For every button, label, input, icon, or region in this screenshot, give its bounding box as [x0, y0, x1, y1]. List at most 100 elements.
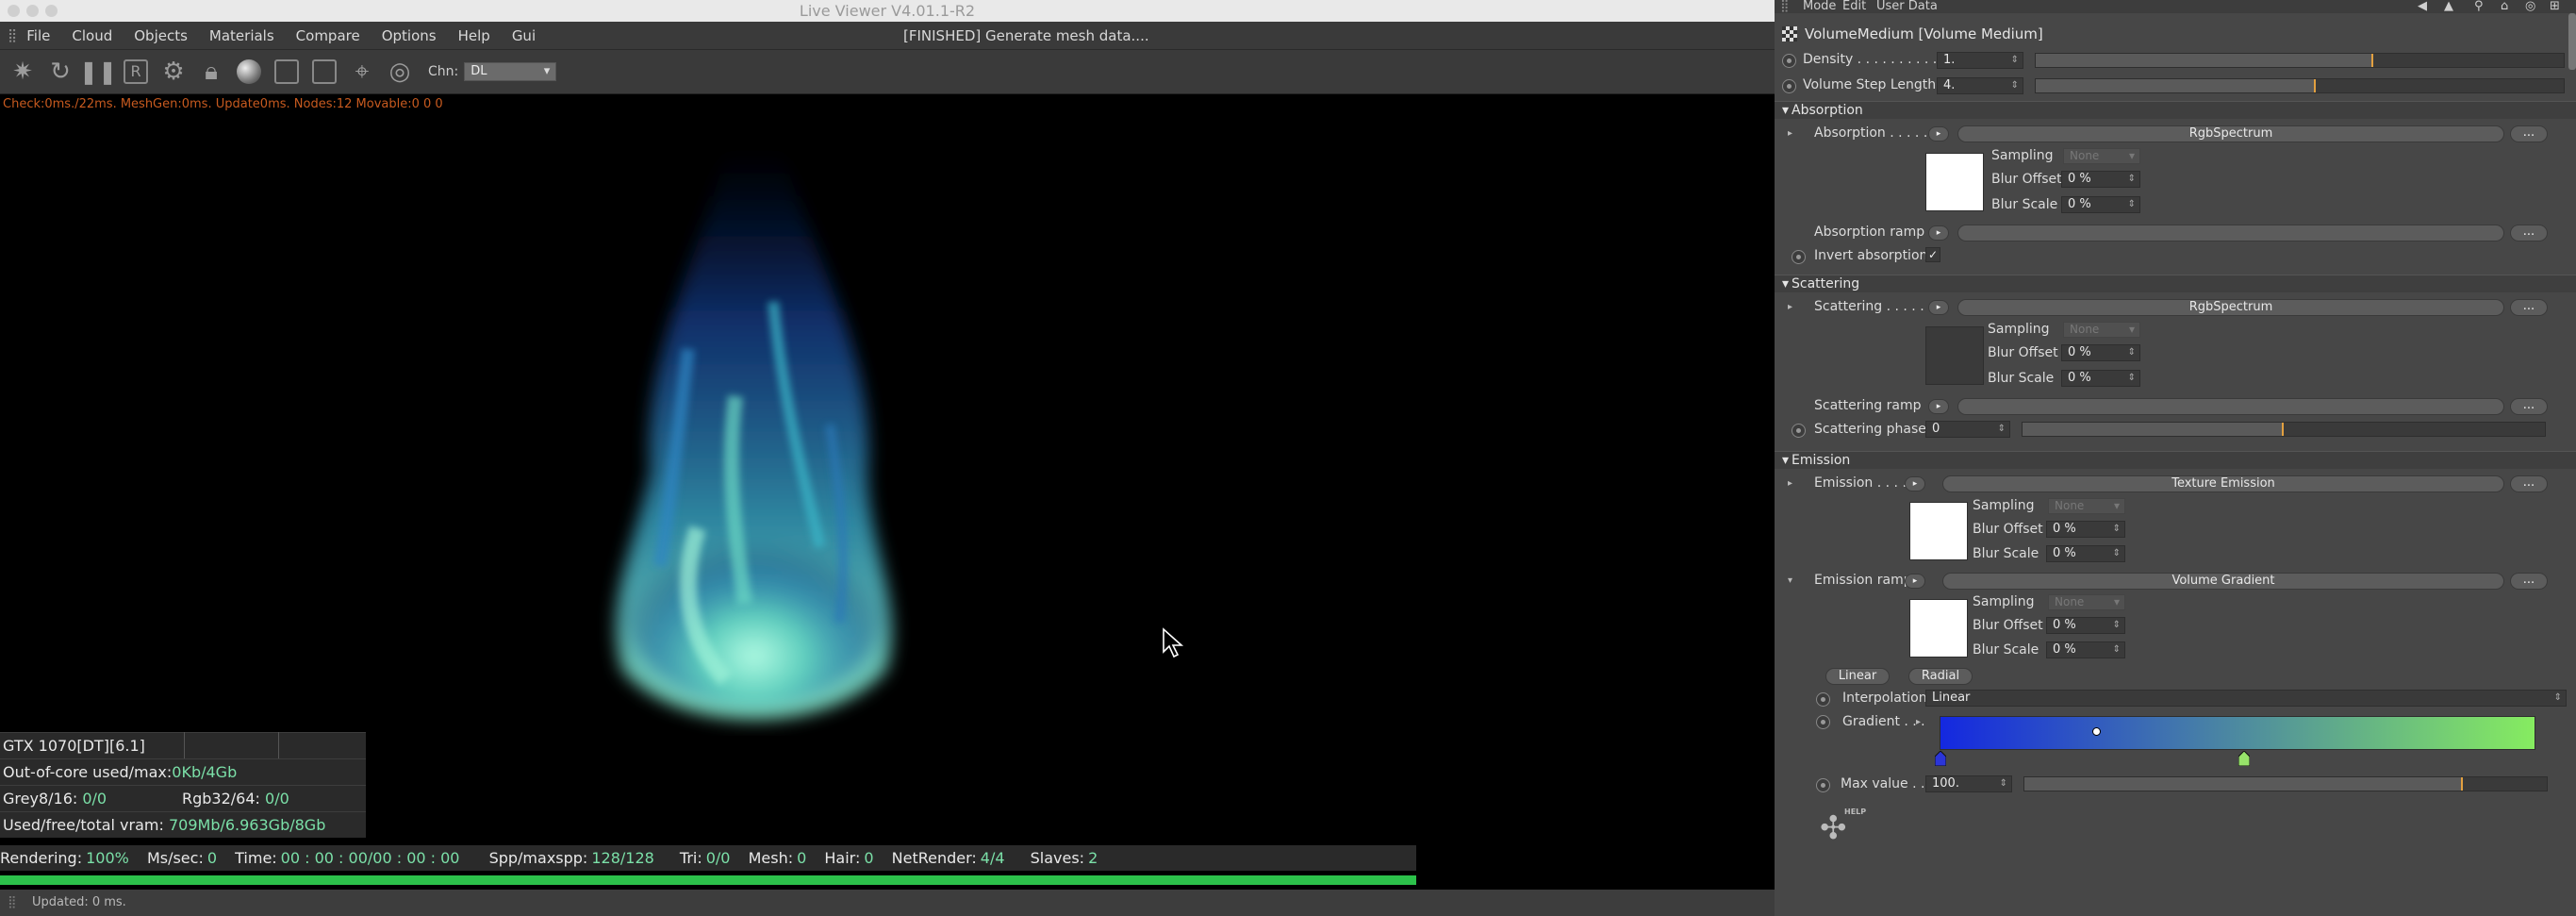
vram-row: Used/free/total vram: 709Mb/6.963Gb/8Gb — [0, 811, 366, 838]
absorption-ramp-menu-button[interactable]: ▸ — [1928, 225, 1949, 241]
interpolation-select[interactable]: Linear — [1925, 690, 2567, 707]
absorption-more-button[interactable]: ... — [2510, 125, 2548, 142]
pick-material-icon[interactable]: ◎ — [385, 57, 415, 87]
scattering-phase-field[interactable]: 0 — [1925, 421, 2010, 438]
density-field[interactable]: 1. — [1937, 52, 2023, 69]
interpolation-keyframe-radio[interactable] — [1816, 692, 1830, 707]
mouse-cursor-icon — [1163, 627, 1184, 658]
scattering-section[interactable]: Scattering — [1775, 275, 2576, 293]
lock-icon[interactable]: 🔒︎ — [196, 57, 226, 87]
scattering-phase-label: Scattering phase — [1814, 422, 1926, 437]
expand-triangle-icon[interactable]: ▸ — [1788, 128, 1792, 139]
scattering-ramp-more-button[interactable]: ... — [2510, 398, 2548, 415]
scattering-phase-slider[interactable] — [2022, 422, 2546, 437]
emission-shader-button[interactable]: Texture Emission — [1942, 475, 2504, 492]
gradient-bar[interactable] — [1940, 716, 2535, 750]
gradient-keyframe-radio[interactable] — [1816, 715, 1830, 729]
max-value-slider[interactable] — [2023, 776, 2548, 791]
scattering-ramp-menu-button[interactable]: ▸ — [1928, 399, 1949, 414]
absorption-ramp-more-button[interactable]: ... — [2510, 225, 2548, 241]
settings-gear-icon[interactable]: ⚙ — [158, 57, 189, 87]
absorption-ramp-shader-button[interactable] — [1957, 225, 2504, 241]
scattering-shader-button[interactable]: RgbSpectrum — [1957, 299, 2504, 316]
menu-edit[interactable]: Edit — [1842, 0, 1866, 13]
expand-triangle-icon[interactable]: ▸ — [1788, 478, 1792, 489]
channel-select[interactable]: DL — [464, 62, 557, 81]
clay-mode-icon[interactable] — [272, 57, 302, 87]
back-arrow-icon[interactable]: ◀ — [2418, 0, 2427, 13]
scattering-blur-scale-field[interactable]: 0 % — [2061, 370, 2140, 387]
gradient-interpolation-knot[interactable] — [2092, 727, 2101, 736]
emission-shader-menu-button[interactable]: ▸ — [1905, 476, 1925, 491]
help-label[interactable]: HELP — [1844, 808, 1866, 816]
up-arrow-icon[interactable]: ▲ — [2444, 0, 2453, 13]
step-length-slider[interactable] — [2035, 78, 2565, 93]
emission-more-button[interactable]: ... — [2510, 475, 2548, 492]
menu-cloud[interactable]: Cloud — [72, 27, 112, 44]
render-settings-icon[interactable]: ✷ — [8, 57, 38, 87]
menu-gui[interactable]: Gui — [512, 27, 536, 44]
gradient-end-knot[interactable] — [2237, 750, 2251, 767]
gradient-expand-icon[interactable]: ▸ — [1916, 717, 1921, 727]
absorption-sampling-select[interactable]: None — [2063, 148, 2140, 164]
invert-absorption-checkbox[interactable]: ✓ — [1925, 247, 1940, 262]
menu-help[interactable]: Help — [458, 27, 490, 44]
menu-objects[interactable]: Objects — [134, 27, 188, 44]
step-length-field[interactable]: 4. — [1937, 77, 2023, 94]
emission-ramp-more-button[interactable]: ... — [2510, 573, 2548, 590]
gradient-start-knot[interactable] — [1934, 750, 1947, 767]
menu-user-data[interactable]: User Data — [1876, 0, 1938, 13]
scattering-more-button[interactable]: ... — [2510, 299, 2548, 316]
absorption-shader-button[interactable]: RgbSpectrum — [1957, 125, 2504, 142]
menu-file[interactable]: File — [26, 27, 50, 44]
density-slider[interactable] — [2035, 53, 2565, 68]
minimize-window-button[interactable] — [26, 5, 39, 17]
pick-focus-icon[interactable]: ⌖ — [347, 57, 377, 87]
target-icon[interactable]: ◎ — [2525, 0, 2535, 13]
emission-ramp-menu-button[interactable]: ▸ — [1905, 574, 1925, 589]
menu-mode[interactable]: Mode — [1803, 0, 1836, 13]
emission-blur-scale-field[interactable]: 0 % — [2046, 545, 2125, 562]
absorption-section[interactable]: Absorption — [1775, 101, 2576, 120]
scattering-sampling-select[interactable]: None — [2063, 322, 2140, 338]
lock-icon[interactable]: ⌂ — [2501, 0, 2508, 13]
step-keyframe-radio[interactable] — [1782, 79, 1796, 93]
pause-icon[interactable]: ❚❚ — [79, 57, 117, 87]
new-panel-icon[interactable]: ⊞ — [2550, 0, 2560, 13]
emission-sampling-select[interactable]: None — [2048, 498, 2125, 514]
panel-scrollbar[interactable] — [2568, 13, 2576, 70]
max-value-keyframe-radio[interactable] — [1816, 778, 1830, 792]
emission-ramp-shader-button[interactable]: Volume Gradient — [1942, 573, 2504, 590]
scattering-blur-offset-field[interactable]: 0 % — [2061, 344, 2140, 361]
expand-triangle-icon[interactable]: ▸ — [1788, 302, 1792, 312]
material-ball-icon[interactable] — [234, 57, 264, 87]
emission-section[interactable]: Emission — [1775, 451, 2576, 470]
phase-keyframe-radio[interactable] — [1792, 424, 1806, 438]
menu-materials[interactable]: Materials — [209, 27, 274, 44]
absorption-blur-offset-field[interactable]: 0 % — [2061, 171, 2140, 188]
search-icon[interactable]: ⚲ — [2474, 0, 2484, 13]
menu-options[interactable]: Options — [382, 27, 437, 44]
max-value-field[interactable]: 100. — [1925, 775, 2012, 792]
maximize-window-button[interactable] — [45, 5, 58, 17]
radial-button[interactable]: Radial — [1908, 668, 1973, 685]
emission-ramp-blur-scale-field[interactable]: 0 % — [2046, 641, 2125, 658]
scattering-ramp-shader-button[interactable] — [1957, 398, 2504, 415]
close-window-button[interactable] — [8, 5, 20, 17]
scattering-shader-menu-button[interactable]: ▸ — [1928, 300, 1949, 315]
refresh-icon[interactable]: ↻ — [45, 57, 75, 87]
linear-button[interactable]: Linear — [1825, 668, 1890, 685]
invert-keyframe-radio[interactable] — [1792, 250, 1806, 264]
emission-blur-offset-field[interactable]: 0 % — [2046, 521, 2125, 538]
density-keyframe-radio[interactable] — [1782, 54, 1796, 68]
menu-compare[interactable]: Compare — [296, 27, 360, 44]
region-render-icon[interactable]: R — [121, 57, 151, 87]
absorption-blur-scale-field[interactable]: 0 % — [2061, 196, 2140, 213]
emission-ramp-blur-offset-field[interactable]: 0 % — [2046, 617, 2125, 634]
emission-ramp-sampling-select[interactable]: None — [2048, 594, 2125, 610]
attributes-panel: ⣿ Mode Edit User Data ◀ ▲ ⚲ ⌂ ◎ ⊞ Volume… — [1775, 0, 2576, 916]
blur-offset-label: Blur Offset — [1973, 522, 2043, 537]
absorption-shader-menu-button[interactable]: ▸ — [1928, 126, 1949, 142]
collapse-triangle-icon[interactable]: ▾ — [1788, 575, 1792, 586]
sub-sampling-icon[interactable] — [309, 57, 339, 87]
